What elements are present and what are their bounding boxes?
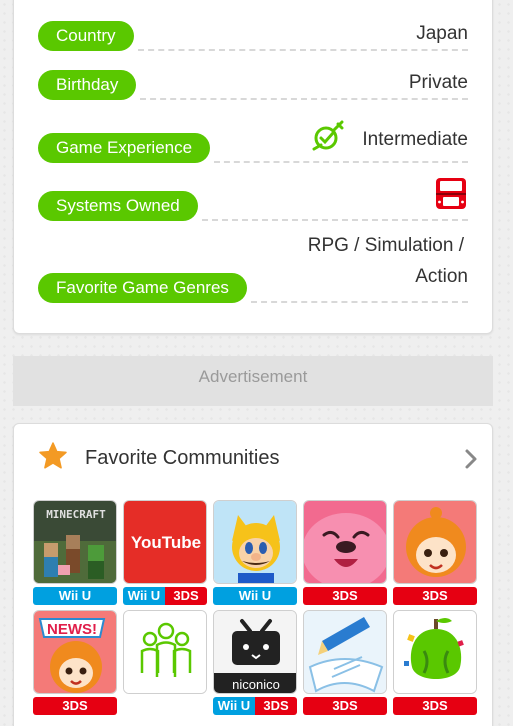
community-tile-pink-creature[interactable]: 3DS (303, 500, 387, 605)
platform-badges: 3DS (393, 697, 477, 715)
3ds-badge: 3DS (303, 697, 387, 715)
skill-level-intermediate-icon (312, 119, 346, 153)
community-tile-minecraft[interactable]: MINECRAFT Wii U (33, 500, 117, 605)
community-tile-mii[interactable] (123, 610, 207, 715)
wiiu-badge: Wii U (33, 587, 117, 605)
platform-badges: 3DS (393, 587, 477, 605)
3ds-badge: 3DS (303, 587, 387, 605)
profile-row-favorite-genres: Favorite Game Genres RPG / Simulation / … (38, 233, 468, 303)
profile-row-country: Country Japan (38, 19, 468, 51)
wiiu-badge: Wii U (213, 587, 297, 605)
birthday-label: Birthday (38, 70, 137, 100)
community-thumbnail: niconico (213, 610, 297, 694)
chevron-right-icon[interactable] (463, 448, 479, 470)
divider (202, 219, 468, 221)
game-experience-value: Intermediate (362, 129, 468, 150)
country-value: Japan (416, 23, 468, 44)
3ds-badge: 3DS (33, 697, 117, 715)
community-thumbnail: MINECRAFT (33, 500, 117, 584)
profile-row-game-experience: Game Experience Intermediate (38, 120, 468, 163)
3ds-badge: 3DS (393, 697, 477, 715)
advertisement-label: Advertisement (198, 367, 308, 386)
divider (140, 98, 468, 100)
3ds-badge: 3DS (255, 697, 297, 715)
divider (214, 161, 468, 163)
platform-badges: Wii U 3DS (123, 587, 207, 605)
platform-badges: 3DS (303, 587, 387, 605)
favorite-communities-title[interactable]: Favorite Communities (85, 447, 280, 470)
community-thumbnail (393, 500, 477, 584)
favorite-genres-value-line2: Action (415, 266, 468, 287)
platform-badges: Wii U (33, 587, 117, 605)
community-tile-news[interactable]: NEWS! 3DS (33, 610, 117, 715)
community-tile-mario[interactable]: Wii U (213, 500, 297, 605)
community-tile-animal-crossing[interactable]: 3DS (393, 610, 477, 715)
birthday-value: Private (408, 72, 468, 93)
platform-badges: Wii U (213, 587, 297, 605)
game-experience-label: Game Experience (38, 133, 211, 163)
wiiu-badge: Wii U (213, 697, 255, 715)
community-tile-youtube[interactable]: YouTube Wii U 3DS (123, 500, 207, 605)
wiiu-badge: Wii U (123, 587, 165, 605)
country-label: Country (38, 21, 134, 51)
community-thumbnail (303, 610, 387, 694)
divider (251, 301, 468, 303)
favorite-genres-value-line1: RPG / Simulation / (307, 235, 464, 256)
minecraft-logo: MINECRAFT (46, 508, 106, 521)
youtube-logo: YouTube (131, 533, 201, 552)
profile-row-birthday: Birthday Private (38, 68, 468, 100)
divider (138, 49, 468, 51)
platform-badges: Wii U 3DS (213, 697, 297, 715)
3ds-badge: 3DS (393, 587, 477, 605)
profile-row-systems-owned: Systems Owned (38, 178, 468, 221)
community-tile-swapnote[interactable]: 3DS (303, 610, 387, 715)
community-thumbnail: YouTube (123, 500, 207, 584)
star-icon (38, 441, 68, 471)
3ds-badge: 3DS (165, 587, 207, 605)
nintendo-3ds-icon (434, 177, 468, 211)
platform-badges: 3DS (303, 697, 387, 715)
community-thumbnail (123, 610, 207, 694)
favorite-communities-card: Favorite Communities MINECRAFT Wii U You… (13, 423, 493, 726)
systems-owned-label: Systems Owned (38, 191, 198, 221)
favorite-genres-label: Favorite Game Genres (38, 273, 247, 303)
news-logo: NEWS! (47, 621, 97, 638)
community-tile-orange-bird[interactable]: 3DS (393, 500, 477, 605)
community-thumbnail (393, 610, 477, 694)
community-thumbnail (213, 500, 297, 584)
community-thumbnail (303, 500, 387, 584)
platform-badges (123, 697, 207, 715)
advertisement-banner[interactable]: Advertisement (13, 356, 493, 406)
community-tile-niconico[interactable]: niconico Wii U 3DS (213, 610, 297, 715)
profile-card: Country Japan Birthday Private Game Expe… (13, 0, 493, 334)
niconico-logo: niconico (232, 677, 280, 692)
community-thumbnail: NEWS! (33, 610, 117, 694)
platform-badges: 3DS (33, 697, 117, 715)
